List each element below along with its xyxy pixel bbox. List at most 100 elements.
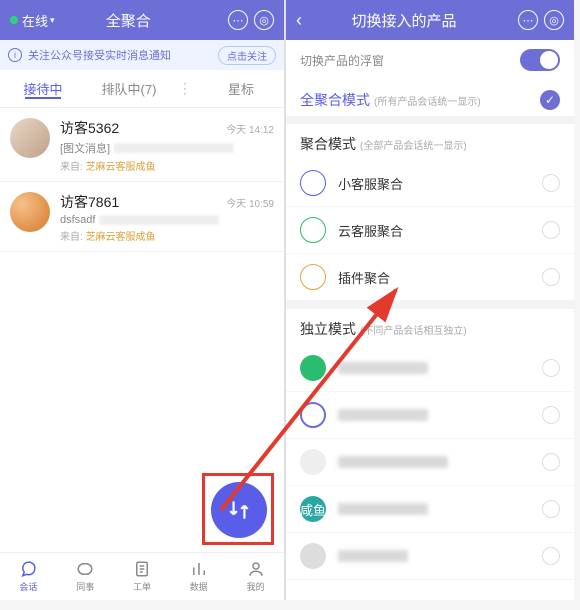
left-header: 在线 ▾ 全聚合 ⋯ ◎: [0, 0, 284, 40]
fab-highlight-box: [202, 473, 274, 545]
opt-label-blur: [338, 503, 428, 515]
phone-right: ‹ 切换接入的产品 ⋯ ◎ 切换产品的浮窗 全聚合模式 (所有产品会话统一显示)…: [286, 0, 574, 600]
conv-name: 访客7861: [60, 192, 226, 212]
nav-chat[interactable]: 会话: [0, 553, 57, 600]
tab-star[interactable]: 星标: [198, 79, 284, 98]
conversation-item[interactable]: 访客7861 今天 10:59 dsfsadf 来自: 芝麻云客服成鱼: [0, 182, 284, 252]
notice-bar: i 关注公众号接受实时消息通知 点击关注: [0, 40, 284, 70]
opt-label: 云客服聚合: [338, 221, 403, 240]
nav-label: 我的: [247, 580, 265, 593]
info-icon: i: [8, 48, 22, 62]
radio-icon: [542, 268, 560, 286]
radio-icon: [542, 406, 560, 424]
ind-mode-sub: (不同产品会话相互独立): [360, 322, 467, 337]
phone-left: 在线 ▾ 全聚合 ⋯ ◎ i 关注公众号接受实时消息通知 点击关注 接待中 排队…: [0, 0, 286, 600]
tab-queue[interactable]: 排队中(7): [86, 79, 172, 98]
ind-option[interactable]: [286, 345, 574, 392]
header-target-icon[interactable]: ◎: [544, 10, 564, 30]
ticket-icon: [133, 560, 151, 578]
nav-data[interactable]: 数据: [170, 553, 227, 600]
nav-colleague[interactable]: 同事: [57, 553, 114, 600]
conv-msg-blur: [99, 215, 219, 225]
conv-msg-blur: [114, 143, 234, 153]
product-icon: [300, 543, 326, 569]
avatar: [10, 118, 50, 158]
notice-text: 关注公众号接受实时消息通知: [28, 47, 171, 63]
check-icon: ✓: [540, 90, 560, 110]
nav-ticket[interactable]: 工单: [114, 553, 171, 600]
ind-option[interactable]: [286, 533, 574, 580]
online-dot-icon: [10, 16, 18, 24]
headset-icon: ◉: [300, 170, 326, 196]
conv-src: 芝麻云客服成鱼: [86, 162, 156, 173]
xianyu-icon: 咸鱼: [300, 496, 326, 522]
follow-button[interactable]: 点击关注: [218, 46, 276, 65]
opt-label: 小客服聚合: [338, 174, 403, 193]
conv-time: 今天 10:59: [226, 195, 274, 210]
conv-msg-prefix: dsfsadf: [60, 214, 95, 226]
right-title: 切换接入的产品: [296, 10, 512, 31]
nav-label: 数据: [190, 580, 208, 593]
ind-mode-header: 独立模式 (不同产品会话相互独立): [286, 309, 574, 345]
left-title: 全聚合: [35, 10, 222, 31]
radio-icon: [542, 174, 560, 192]
radio-icon: [542, 500, 560, 518]
float-toggle-row: 切换产品的浮窗: [286, 40, 574, 80]
float-toggle-switch[interactable]: [520, 49, 560, 71]
nav-label: 工单: [133, 580, 151, 593]
radio-icon: [542, 359, 560, 377]
opt-label-blur: [338, 362, 428, 374]
gray-icon: [300, 449, 326, 475]
bar-chart-icon: [190, 560, 208, 578]
conv-time: 今天 14:12: [226, 121, 274, 136]
switch-product-fab[interactable]: [211, 482, 267, 538]
conv-src: 芝麻云客服成鱼: [86, 232, 156, 243]
chat-icon: [19, 560, 37, 578]
transfer-icon: [226, 497, 252, 523]
user-icon: [247, 560, 265, 578]
avatar: [10, 192, 50, 232]
opt-label-blur: [338, 550, 408, 562]
agg-mode-title: 聚合模式: [300, 134, 356, 154]
agg-option[interactable]: ◉ 小客服聚合: [286, 160, 574, 207]
bottom-nav: 会话 同事 工单 数据 我的: [0, 552, 284, 600]
agg-mode-sub: (全部产品会话统一显示): [360, 137, 467, 152]
ind-mode-title: 独立模式: [300, 319, 356, 339]
separator: [286, 301, 574, 309]
conv-src-label: 来自:: [60, 162, 83, 173]
ring-icon: [300, 402, 326, 428]
ind-option[interactable]: [286, 439, 574, 486]
radio-icon: [542, 453, 560, 471]
radio-icon: [542, 221, 560, 239]
tab-more-icon[interactable]: ⋮: [172, 80, 198, 97]
ind-option[interactable]: 咸鱼: [286, 486, 574, 533]
opt-label: 插件聚合: [338, 268, 390, 287]
colleague-icon: [76, 560, 94, 578]
ind-option[interactable]: [286, 392, 574, 439]
nav-label: 同事: [76, 580, 94, 593]
header-more-icon[interactable]: ⋯: [518, 10, 538, 30]
opt-label-blur: [338, 456, 448, 468]
agg-option[interactable]: ☁ 云客服聚合: [286, 207, 574, 254]
separator: [286, 116, 574, 124]
opt-label-blur: [338, 409, 428, 421]
all-mode-title: 全聚合模式: [300, 90, 370, 110]
conv-name: 访客5362: [60, 118, 226, 138]
conv-src-label: 来自:: [60, 232, 83, 243]
header-target-icon[interactable]: ◎: [254, 10, 274, 30]
all-mode-sub: (所有产品会话统一显示): [374, 93, 481, 108]
nav-label: 会话: [19, 580, 37, 593]
float-toggle-label: 切换产品的浮窗: [300, 52, 384, 69]
tab-receiving[interactable]: 接待中: [0, 79, 86, 98]
agg-mode-header: 聚合模式 (全部产品会话统一显示): [286, 124, 574, 160]
conv-msg-prefix: [图文消息]: [60, 140, 110, 156]
all-mode-row[interactable]: 全聚合模式 (所有产品会话统一显示) ✓: [286, 80, 574, 116]
radio-icon: [542, 547, 560, 565]
header-more-icon[interactable]: ⋯: [228, 10, 248, 30]
plugin-icon: ⬡: [300, 264, 326, 290]
nav-mine[interactable]: 我的: [227, 553, 284, 600]
tab-bar: 接待中 排队中(7) ⋮ 星标: [0, 70, 284, 108]
agg-option[interactable]: ⬡ 插件聚合: [286, 254, 574, 301]
cloud-icon: ☁: [300, 217, 326, 243]
conversation-item[interactable]: 访客5362 今天 14:12 [图文消息] 来自: 芝麻云客服成鱼: [0, 108, 284, 182]
